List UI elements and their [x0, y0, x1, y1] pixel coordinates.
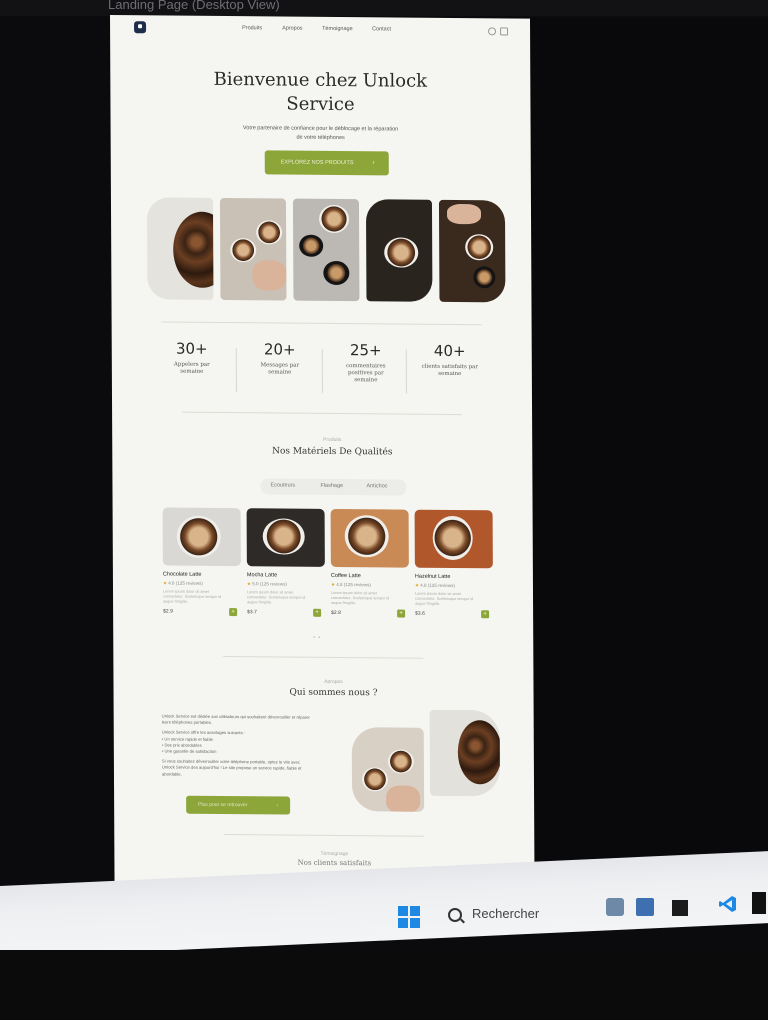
divider: [223, 655, 424, 659]
tab-ecouteurs[interactable]: Ecouteurs: [270, 482, 295, 488]
product-list: Chocolate Latte ★ 4.8 (125 reviews) Lore…: [162, 507, 504, 636]
taskbar-search-label[interactable]: Rechercher: [472, 906, 539, 921]
product-image: [162, 507, 241, 567]
product-card[interactable]: Mocha Latte ★ 5.0 (125 reviews) Lorem ip…: [246, 508, 328, 619]
coffee-gallery: [146, 197, 508, 304]
arrow-right-icon: ›: [276, 802, 279, 809]
vscode-icon[interactable]: [718, 894, 738, 914]
divider: [161, 321, 482, 326]
about-eyebrow: Apropos: [324, 678, 343, 686]
nav-link-apropos[interactable]: Apropos: [282, 26, 303, 32]
carousel-dots[interactable]: • •: [313, 635, 321, 641]
about-image-beans: [429, 709, 501, 797]
nav-link-temoignage[interactable]: Témoignage: [322, 26, 353, 32]
dark-right-panel: [525, 18, 768, 888]
monitor-bezel: [0, 950, 768, 1020]
add-to-cart-button[interactable]: +: [229, 608, 238, 617]
add-to-cart-button[interactable]: +: [481, 610, 490, 619]
terminal-icon[interactable]: [672, 900, 688, 916]
about-cta-button[interactable]: Plus pour se retrouver ›: [186, 795, 291, 815]
stat-item: 40+ clients satisfaits par semaine: [421, 341, 479, 378]
product-card[interactable]: Chocolate Latte ★ 4.8 (125 reviews) Lore…: [162, 507, 244, 618]
store-icon[interactable]: [636, 898, 654, 916]
about-title: Qui sommes nous ?: [289, 687, 378, 699]
stat-item: 25+ commentaires positives par semaine: [346, 341, 386, 384]
gallery-image-latte-art-pour: [438, 199, 506, 303]
file-explorer-icon[interactable]: [606, 898, 624, 916]
cart-icon[interactable]: [500, 27, 509, 36]
search-icon[interactable]: [448, 908, 462, 922]
about-image-cups: [351, 727, 425, 812]
products-eyebrow: Produits: [323, 436, 342, 444]
nav-link-contact[interactable]: Contact: [372, 26, 391, 32]
product-card[interactable]: Coffee Latte ★ 4.8 (125 reviews) Lorem i…: [330, 508, 412, 620]
star-icon: ★: [330, 581, 336, 587]
search-icon[interactable]: [488, 27, 497, 36]
stat-item: 30+ Appelers par semaine: [173, 339, 210, 375]
landing-page: Produits Apropos Témoignage Contact Bien…: [110, 15, 535, 899]
explore-products-button[interactable]: EXPLOREZ NOS PRODUITS ›: [264, 150, 389, 176]
product-filter-tabs: Ecouteurs Flashage Antichoc: [260, 478, 407, 496]
tab-flashage[interactable]: Flashage: [320, 483, 343, 489]
divider: [224, 834, 425, 837]
star-icon: ★: [162, 580, 168, 586]
add-to-cart-button[interactable]: +: [313, 608, 322, 617]
add-to-cart-button[interactable]: +: [397, 609, 406, 618]
products-title: Nos Matériels De Qualités: [272, 446, 393, 458]
product-image: [330, 508, 409, 568]
top-nav: Produits Apropos Témoignage Contact: [110, 15, 530, 47]
app-icon[interactable]: [752, 892, 766, 914]
product-card[interactable]: Hazelnut Latte ★ 4.8 (125 reviews) Lorem…: [414, 509, 496, 621]
gallery-image-beans-bowl: [146, 197, 214, 300]
windows-start-icon[interactable]: [398, 906, 420, 928]
screen-top-bar: Landing Page (Desktop View): [0, 0, 768, 16]
stat-item: 20+ Messages par semaine: [260, 340, 300, 376]
star-icon: ★: [246, 581, 252, 587]
arrow-right-icon: ›: [372, 159, 375, 167]
gallery-image-cups-hand: [219, 197, 287, 301]
product-image: [414, 509, 493, 569]
divider: [182, 411, 463, 416]
hero-subtitle: Votre partenaire de confiance pour le dé…: [242, 125, 399, 142]
tab-antichoc[interactable]: Antichoc: [366, 483, 387, 489]
gallery-image-latte-set: [292, 198, 360, 302]
gallery-image-pour-over: [365, 199, 433, 302]
stats-row: 30+ Appelers par semaine 20+ Messages par…: [152, 339, 492, 406]
about-text: Unlock Service est dédiée aux utilisateu…: [161, 713, 310, 777]
star-icon: ★: [414, 582, 420, 588]
hero-title: Bienvenue chez Unlock Service: [213, 68, 428, 116]
window-title: Landing Page (Desktop View): [108, 0, 280, 12]
product-image: [246, 508, 325, 567]
logo-icon[interactable]: [134, 21, 147, 34]
testimonials-eyebrow: Témoignage: [320, 850, 349, 858]
nav-link-produits[interactable]: Produits: [242, 25, 262, 31]
